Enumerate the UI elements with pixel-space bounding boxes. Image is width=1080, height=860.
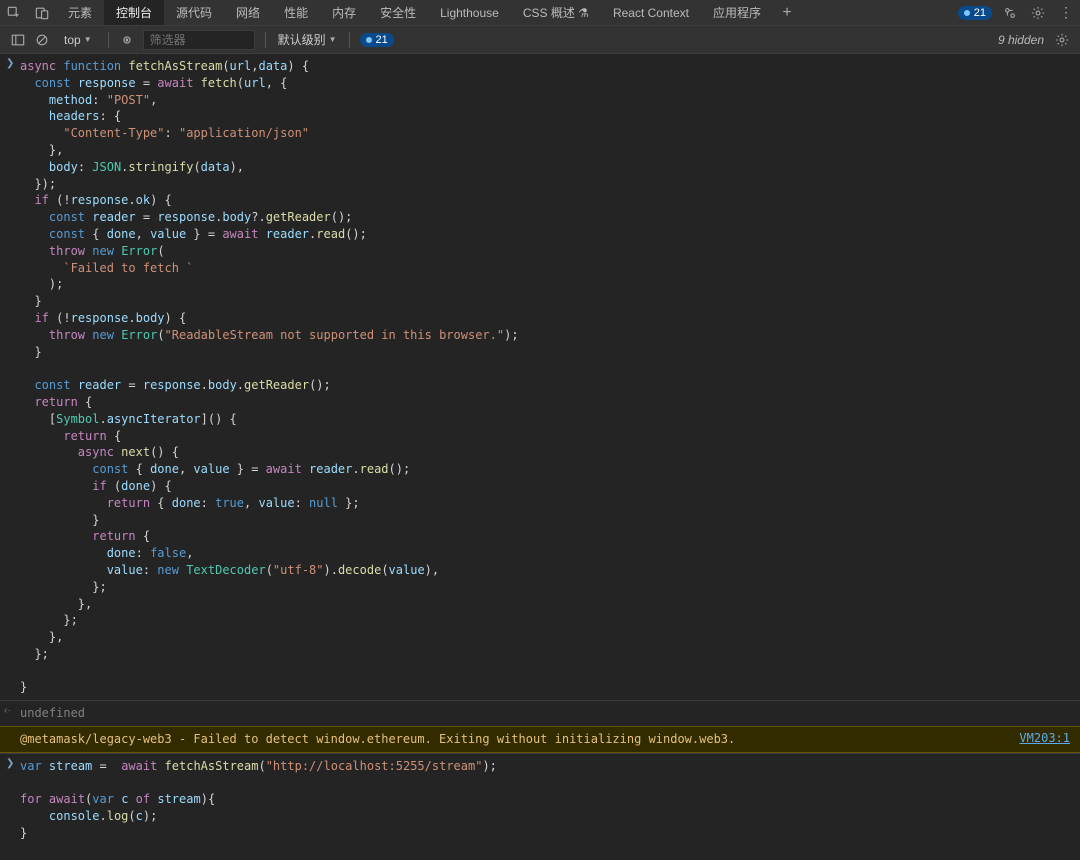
toolbar-divider (349, 32, 350, 48)
live-expression-icon[interactable] (115, 28, 139, 52)
devtools-main-tabs: 元素控制台源代码网络性能内存安全性LighthouseCSS 概述 ⚗React… (0, 0, 1080, 26)
console-warning-entry: @metamask/legacy-web3 - Failed to detect… (0, 726, 1080, 753)
console-return-value: undefined (0, 700, 1080, 726)
log-level-selector[interactable]: 默认级别▼ (272, 31, 343, 48)
clear-console-icon[interactable] (30, 28, 54, 52)
tab-应用程序[interactable]: 应用程序 (701, 0, 773, 25)
tab-内存[interactable]: 内存 (320, 0, 368, 25)
settings-icon[interactable] (1024, 6, 1052, 20)
console-input-entry[interactable]: async function fetchAsStream(url,data) {… (0, 54, 1080, 700)
tab-Lighthouse[interactable]: Lighthouse (428, 0, 511, 25)
console-input-entry[interactable]: var stream = await fetchAsStream("http:/… (0, 753, 1080, 846)
issues-badge[interactable]: 21 (958, 6, 992, 20)
toolbar-info-badge[interactable]: 21 (360, 33, 394, 47)
console-output: async function fetchAsStream(url,data) {… (0, 54, 1080, 860)
console-filter-input[interactable] (143, 30, 255, 50)
network-conditions-icon[interactable] (996, 6, 1024, 20)
console-toolbar: top▼ 默认级别▼ 21 9 hidden (0, 26, 1080, 54)
console-settings-icon[interactable] (1050, 28, 1074, 52)
hidden-count-label[interactable]: 9 hidden (998, 33, 1044, 47)
more-tabs-button[interactable]: + (773, 0, 801, 25)
tab-CSS 概述 ⚗[interactable]: CSS 概述 ⚗ (511, 0, 601, 25)
tab-性能[interactable]: 性能 (272, 0, 320, 25)
tab-安全性[interactable]: 安全性 (368, 0, 428, 25)
source-link[interactable]: VM203:1 (1019, 731, 1070, 745)
kebab-menu-icon[interactable]: ⋮ (1052, 4, 1080, 21)
tab-网络[interactable]: 网络 (224, 0, 272, 25)
device-toggle-icon[interactable] (28, 0, 56, 25)
tab-React Context[interactable]: React Context (601, 0, 701, 25)
toggle-sidebar-icon[interactable] (6, 28, 30, 52)
tab-元素[interactable]: 元素 (56, 0, 104, 25)
execution-context-selector[interactable]: top▼ (58, 31, 98, 49)
toolbar-divider (108, 32, 109, 48)
tab-控制台[interactable]: 控制台 (104, 0, 164, 25)
tab-源代码[interactable]: 源代码 (164, 0, 224, 25)
inspect-element-icon[interactable] (0, 0, 28, 25)
toolbar-divider (265, 32, 266, 48)
